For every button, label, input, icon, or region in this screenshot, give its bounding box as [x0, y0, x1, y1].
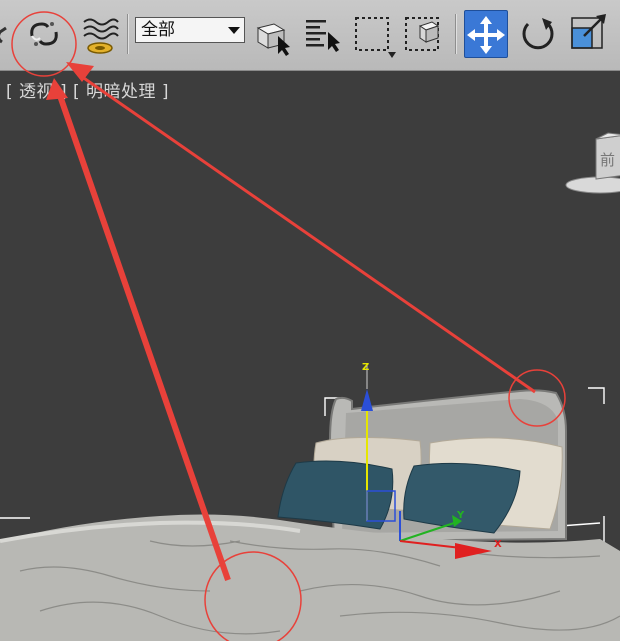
bind-to-space-warp-button[interactable]: [78, 10, 122, 58]
select-and-link-button[interactable]: [22, 10, 66, 58]
select-and-move-button[interactable]: [464, 10, 508, 58]
viewcube-front-label: 前: [600, 151, 615, 169]
window-crossing-button[interactable]: [402, 10, 446, 58]
rectangular-selection-region-icon: [355, 17, 396, 58]
gizmo-x-label: X: [494, 539, 502, 550]
selection-filter-dropdown[interactable]: 全部: [135, 17, 245, 43]
select-by-name-button[interactable]: [302, 10, 346, 58]
rectangular-selection-button[interactable]: [352, 10, 396, 58]
window-crossing-icon: [405, 17, 440, 51]
select-and-rotate-button[interactable]: [516, 10, 560, 58]
perspective-viewport[interactable]: 前 Z Y X [透视] [明暗处理]: [0, 71, 620, 641]
select-object-icon: [256, 23, 290, 56]
gizmo-z-label: Z: [362, 362, 369, 373]
viewcube[interactable]: 前: [565, 132, 620, 194]
gizmo-y-label: Y: [456, 510, 465, 521]
select-object-button[interactable]: [252, 10, 296, 58]
viewport-label[interactable]: [ 透视 ] [ 明暗处理 ]: [6, 77, 169, 102]
selection-filter-value: 全部: [141, 20, 175, 40]
select-and-scale-icon: [571, 14, 606, 49]
unlink-icon: [0, 26, 7, 44]
select-and-scale-button[interactable]: [568, 10, 612, 58]
main-toolbar: 全部: [0, 0, 620, 71]
scene-render: 前 Z Y X: [0, 132, 620, 641]
select-and-rotate-icon: [522, 18, 554, 50]
select-by-name-icon: [306, 20, 340, 52]
toolbar-separator: [127, 14, 128, 54]
teal-pillow: [277, 460, 394, 530]
select-and-move-icon: [467, 16, 505, 54]
chevron-down-icon: [228, 27, 240, 34]
select-and-link-icon: [30, 22, 58, 46]
toolbar-separator: [455, 14, 456, 54]
bind-to-space-warp-icon: [83, 18, 119, 54]
unlink-button[interactable]: [0, 10, 22, 58]
